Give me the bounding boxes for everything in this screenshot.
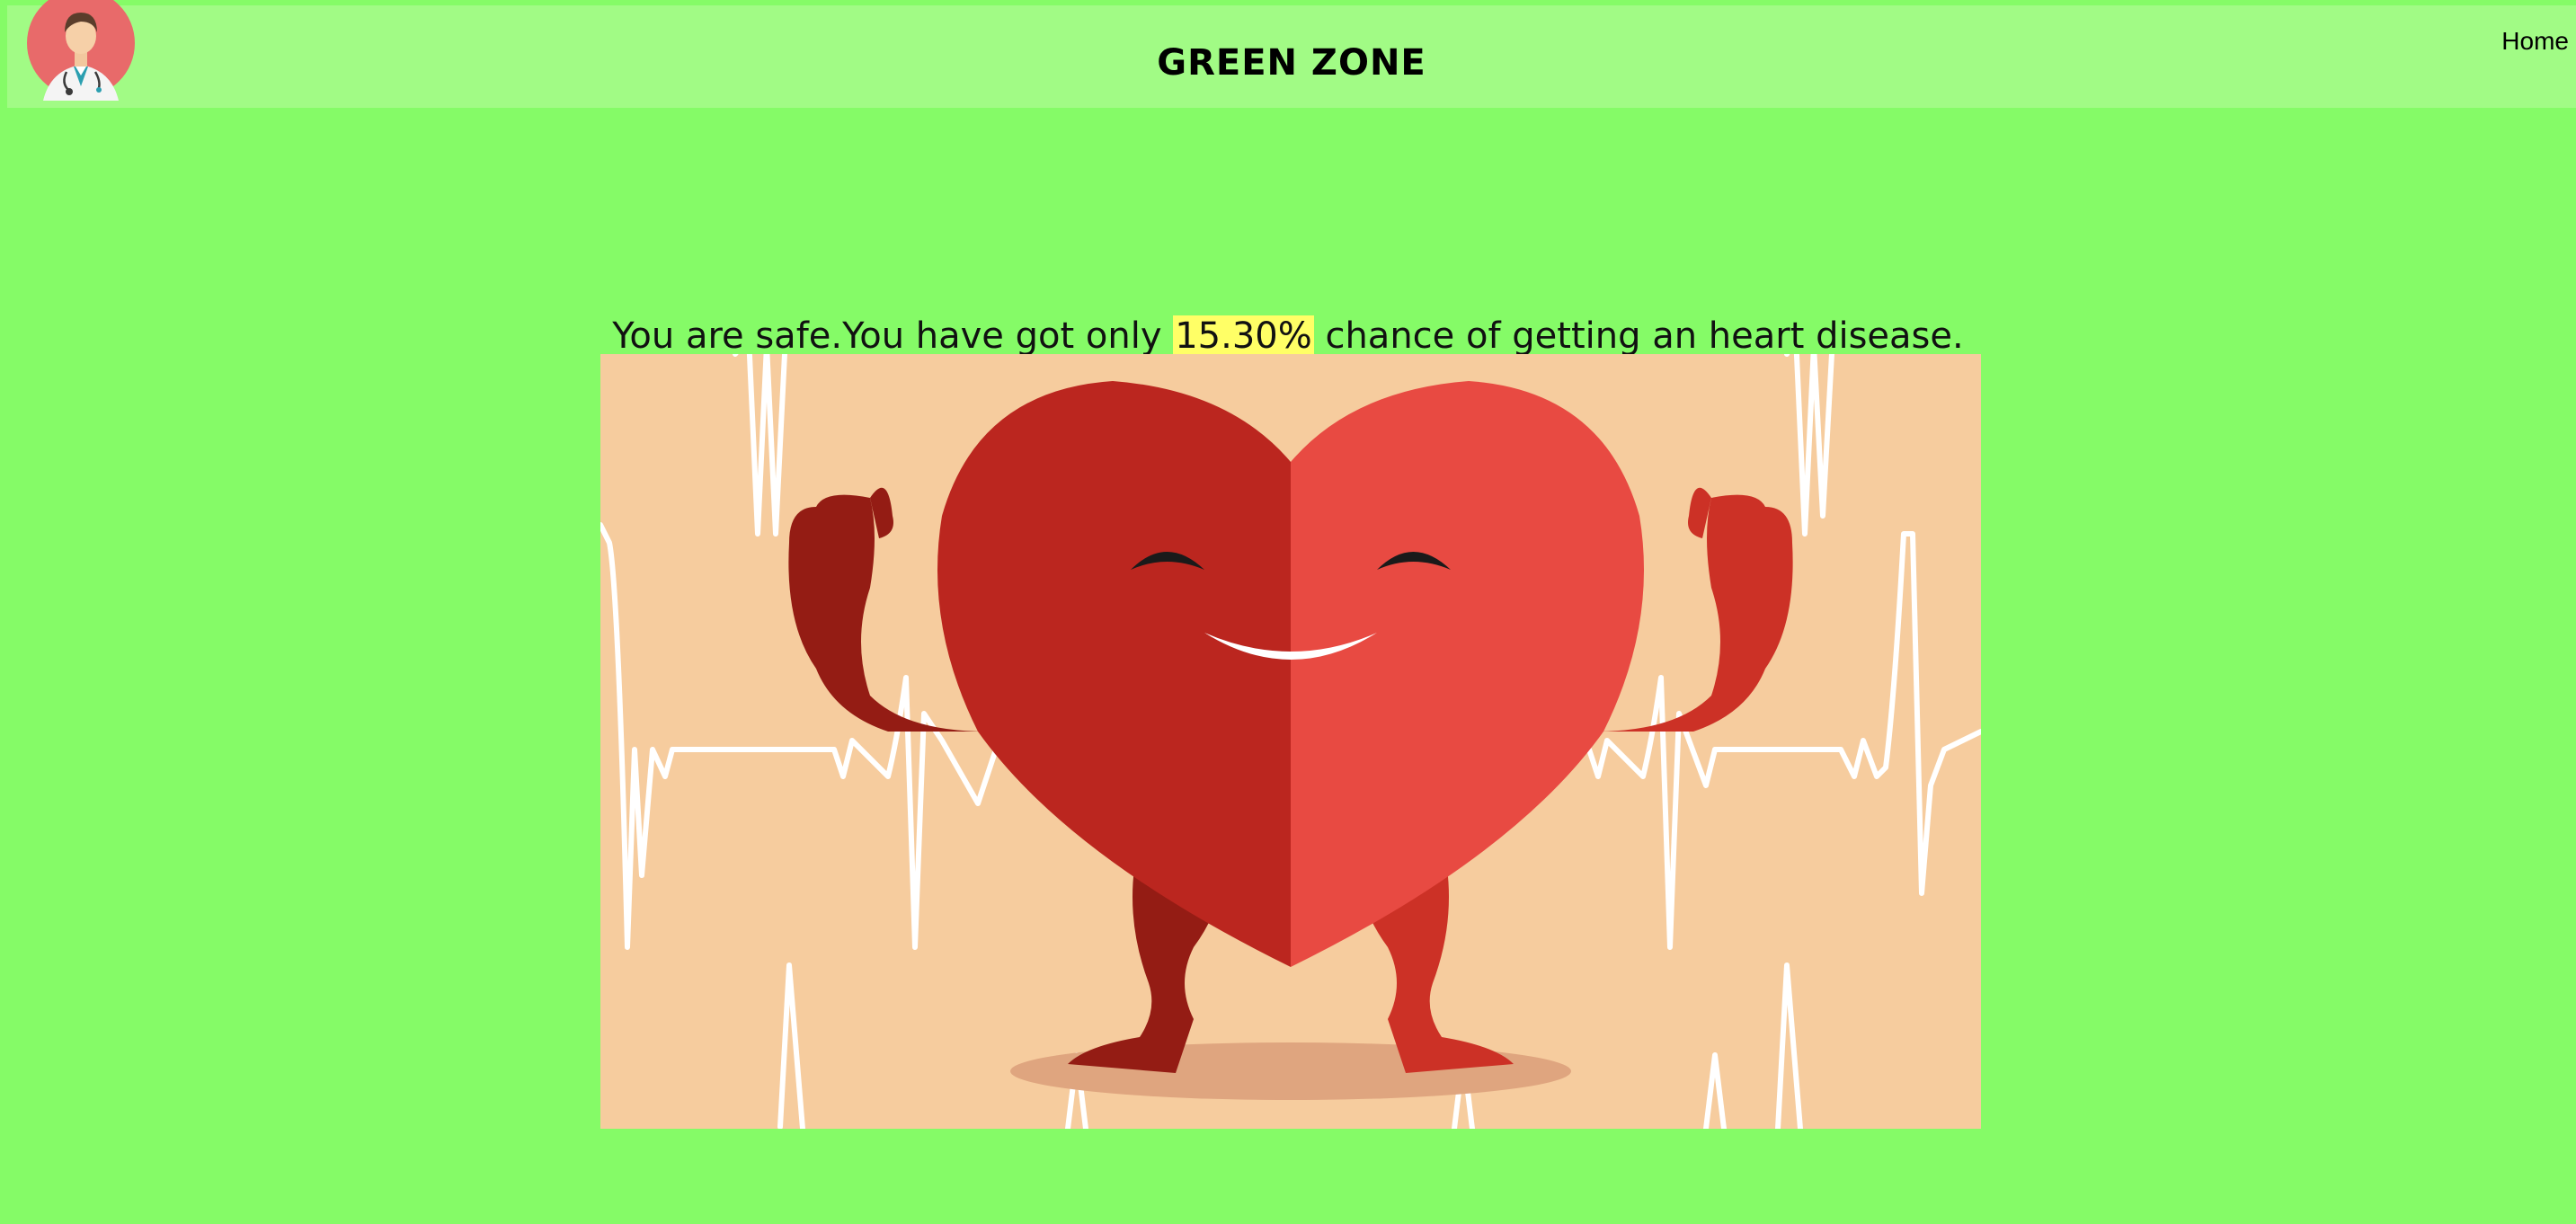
navbar: GREEN ZONE Home xyxy=(7,0,2576,108)
risk-message: You are safe.You have got only 15.30% ch… xyxy=(0,313,2576,359)
strong-heart-illustration-icon xyxy=(600,354,1981,1129)
nav-home-link[interactable]: Home xyxy=(2501,27,2569,56)
risk-message-prefix: You are safe.You have got only xyxy=(612,315,1174,357)
risk-percentage: 15.30% xyxy=(1173,315,1314,357)
risk-message-suffix: chance of getting an heart disease. xyxy=(1313,315,1964,357)
page-title: GREEN ZONE xyxy=(1157,42,1426,84)
